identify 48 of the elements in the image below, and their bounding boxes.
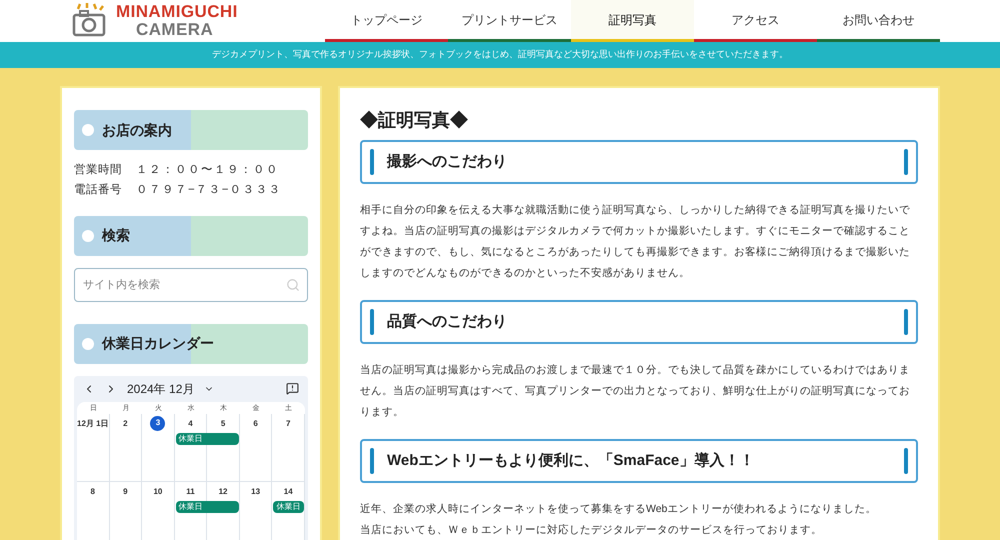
calendar-day[interactable]: 12 — [218, 484, 228, 498]
paragraph: 当店においても、Ｗｅｂエントリーに対応したデジタルデータのサービスを行っております。 — [360, 523, 823, 538]
calendar-day[interactable]: 7 — [286, 416, 290, 430]
bullet-icon — [82, 124, 94, 136]
calendar-day[interactable]: 2 — [123, 416, 128, 430]
page-title: ◆証明写真◆ — [360, 109, 469, 132]
calendar-day[interactable]: 5 — [220, 416, 226, 430]
calendar-day[interactable]: 11 — [186, 484, 195, 498]
info-value: １２：００〜１９：００ — [136, 163, 279, 178]
calendar-event[interactable]: 休業日 — [176, 500, 239, 512]
widget-title-text: 休業日カレンダー — [102, 334, 214, 353]
info-label: 営業時間 — [74, 162, 122, 178]
nav-link[interactable]: 証明写真 — [571, 0, 694, 42]
banner: デジカメプリント、写真で作るオリジナル挨拶状、フォトブックをはじめ、証明写真など大切な思い出作りのお手伝いをさせていただきます。 — [0, 42, 1000, 68]
widget-title-text: お店の案内 — [102, 120, 172, 140]
paragraph: 近年、企業の求人時にインターネットを使って募集をするWebエントリーが使われるようになりました。 — [360, 502, 878, 517]
calendar-day[interactable]: 4 — [188, 416, 193, 430]
accent-bar — [370, 149, 374, 175]
accent-bar — [370, 309, 374, 335]
calendar-day[interactable]: 9 — [123, 484, 128, 498]
accent-bar — [370, 448, 374, 474]
feedback-icon[interactable] — [286, 382, 299, 395]
bullet-icon — [82, 230, 94, 242]
calendar-day[interactable]: 13 — [251, 484, 260, 498]
paragraph: 当店の証明写真は撮影から完成品のお渡しまで最速で１０分。でも決して品質を疎かにしているわけではありません。当店の証明写真はすべて、写真プリンターでの出力となっており、鮮明な仕上がりの証明写真になっております。 — [360, 363, 911, 420]
widget-title-text: 検索 — [102, 226, 130, 245]
calendar-day[interactable]: 8 — [90, 484, 95, 498]
calendar-day[interactable]: 10 — [153, 484, 162, 498]
bullet-icon — [82, 338, 94, 350]
calendar-month[interactable]: 2024年 12月 — [127, 380, 194, 398]
accent-bar — [904, 309, 908, 335]
logo-text: MINAMIGUCHI — [116, 3, 238, 21]
calendar-day[interactable]: 3 — [150, 416, 166, 430]
accent-bar — [904, 149, 908, 175]
section-heading-text: 品質へのこだわり — [387, 312, 508, 332]
info-label: 電話番号 — [74, 182, 122, 198]
calendar-event[interactable]: 休業日 — [176, 432, 239, 444]
accent-bar — [904, 448, 908, 474]
section-heading-text: 撮影へのこだわり — [387, 152, 508, 172]
calendar-day[interactable]: 12月 1日 — [77, 416, 109, 430]
info-value: ０７９７−７３−０３３３ — [136, 183, 282, 198]
logo-text: CAMERA — [135, 21, 214, 39]
calendar-day[interactable]: 14 — [284, 484, 293, 498]
search-field[interactable]: サイト内を検索 — [74, 268, 308, 302]
calendar-event[interactable]: 休業日 — [273, 500, 304, 512]
calendar-day[interactable]: 6 — [253, 416, 258, 430]
paragraph: 相手に自分の印象を伝える大事な就職活動に使う証明写真なら、しっかりした納得できる証明写真を撮りたいですよね。当店の証明写真の撮影はデジタルカメラで何カットか撮影いたします。すぐにモニターで確認することができますので、もし、気になるところがあったりしても再撮影できます。お客様にご納得頂けるまで撮影いたしますのでどんなものができるのかといった不安感がありません。 — [360, 203, 911, 281]
section-heading-text: Webエントリーもより便利に、「SmaFace」導入！！ — [387, 450, 756, 471]
